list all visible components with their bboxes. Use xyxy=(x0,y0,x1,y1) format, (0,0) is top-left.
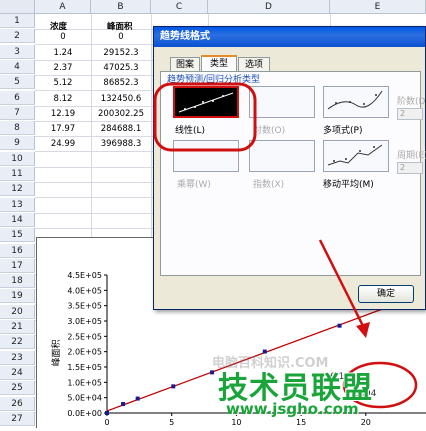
url-watermark: www.jsgho.com xyxy=(226,400,359,418)
highlight-circle-linear xyxy=(153,82,257,152)
annotation-arrowhead xyxy=(356,322,370,338)
annotation-arrow xyxy=(318,239,368,333)
